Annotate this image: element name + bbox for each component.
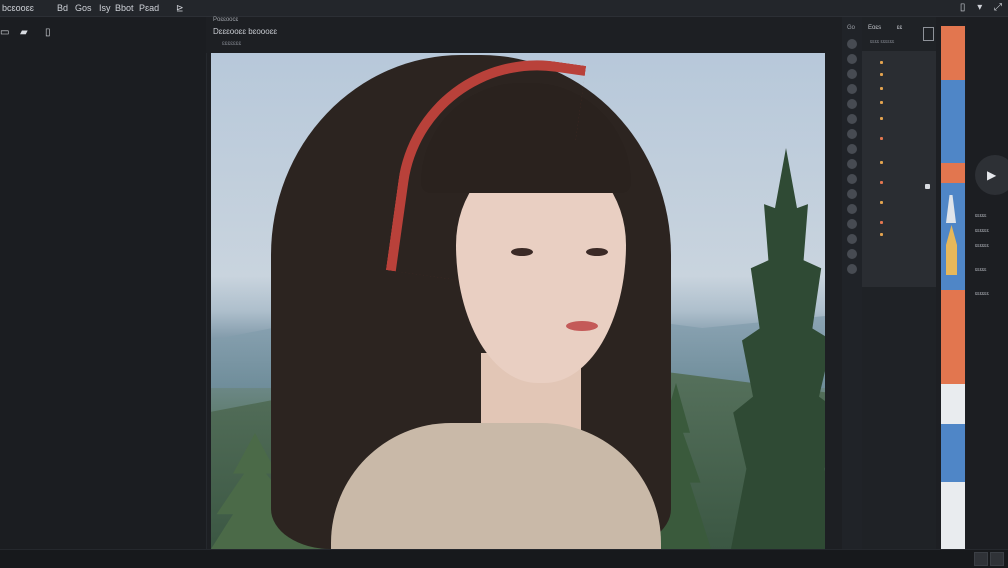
panel-toggle-checkbox[interactable] [923, 27, 934, 41]
menu-item-4[interactable]: Isy [99, 0, 111, 16]
tool-icon[interactable] [847, 174, 857, 184]
tool-icon[interactable] [847, 204, 857, 214]
tool-icon[interactable] [847, 39, 857, 49]
layers-header: Eoɛs ɛɛ [868, 25, 902, 31]
color-swatches [941, 26, 965, 549]
tool-icon[interactable] [847, 249, 857, 259]
menu-item-6[interactable]: Pɛad [139, 0, 159, 16]
layers-panel: Eoɛs ɛɛ ɛɛɛɛ ɛɛɛɛɛɛ [862, 17, 936, 549]
layer-marker [880, 233, 883, 236]
image-canvas[interactable] [211, 53, 825, 549]
menu-item-1[interactable]: bcɛooɛɛ [2, 0, 34, 16]
layers-header-extra[interactable]: ɛɛ [897, 25, 903, 31]
menu-bar: bcɛooɛɛ Bd Gos Isy Bbot Pɛad ⊵ ▯ ▾ ⤢ [0, 0, 1008, 17]
tool-icon[interactable] [847, 129, 857, 139]
layer-marker [880, 101, 883, 104]
layer-marker [880, 221, 883, 224]
layer-marker [880, 137, 883, 140]
chevron-down-icon[interactable]: ▾ [977, 2, 982, 13]
tree-right [731, 148, 825, 549]
layer-marker [880, 73, 883, 76]
swatch-orange[interactable] [941, 26, 965, 80]
swatch-white[interactable] [941, 384, 965, 424]
lips [566, 321, 598, 331]
window-controls: ▯ ▾ ⤢ [951, 0, 1002, 16]
tool-icon[interactable] [847, 114, 857, 124]
tool-icon[interactable] [847, 159, 857, 169]
layer-marker [880, 117, 883, 120]
right-label[interactable]: ɛɛɛɛɛɛ [975, 243, 989, 249]
swatch-orange[interactable] [941, 163, 965, 183]
layer-marker [880, 87, 883, 90]
panel-resize-handle[interactable] [925, 184, 930, 189]
status-button[interactable] [974, 552, 988, 566]
layer-marker [880, 201, 883, 204]
file-icon[interactable]: ▯ [960, 2, 966, 13]
right-label[interactable]: ɛɛɛɛɛɛ [975, 228, 989, 234]
right-panel [966, 17, 1008, 549]
menu-item-3[interactable]: Gos [75, 0, 92, 16]
swatch-orange[interactable] [941, 290, 965, 384]
status-bar [0, 549, 1008, 568]
menu-item-5[interactable]: Bbot [115, 0, 134, 16]
left-panel: ▭ ▰ ▯ [0, 17, 207, 549]
layer-marker [880, 181, 883, 184]
menu-item-2[interactable]: Bd [57, 0, 68, 16]
document-info: ɛɛɛɛɛɛɛ [222, 41, 242, 47]
swatch-blue[interactable] [941, 424, 965, 482]
menu-extra-icon[interactable]: ⊵ [176, 0, 184, 16]
tool-icon[interactable] [847, 144, 857, 154]
play-button[interactable]: ▶ [975, 155, 1008, 195]
document-header: Poɛɛoocɛ Dɛɛɛooɛɛ bɛoooɛɛ ɛɛɛɛɛɛɛ [206, 17, 842, 53]
folder-icon[interactable]: ▰ [20, 27, 28, 38]
right-label[interactable]: ɛɛɛɛɛ [975, 267, 986, 273]
swatch-blue[interactable] [941, 80, 965, 163]
layers-header-title[interactable]: Eoɛs [868, 25, 881, 31]
tool-icon[interactable] [847, 219, 857, 229]
right-eye [586, 248, 608, 256]
tool-icon[interactable] [847, 99, 857, 109]
expand-icon[interactable]: ⤢ [994, 2, 1002, 13]
layer-marker [880, 161, 883, 164]
tool-icon[interactable] [847, 189, 857, 199]
tool-icon[interactable] [847, 234, 857, 244]
layers-subheader: ɛɛɛɛ ɛɛɛɛɛɛ [870, 39, 895, 45]
tool-strip-label: Go [847, 25, 856, 31]
layer-marker [880, 61, 883, 64]
document-title: Poɛɛoocɛ [213, 17, 239, 23]
document-icon[interactable]: ▯ [45, 27, 51, 38]
tool-icon[interactable] [847, 84, 857, 94]
tool-strip: Go [842, 17, 862, 549]
file-icon[interactable]: ▭ [0, 27, 9, 38]
tool-icon[interactable] [847, 264, 857, 274]
tool-icon[interactable] [847, 69, 857, 79]
document-subtitle[interactable]: Dɛɛɛooɛɛ bɛoooɛɛ [213, 27, 277, 36]
right-label[interactable]: ɛɛɛɛɛ [975, 213, 986, 219]
status-button[interactable] [990, 552, 1004, 566]
right-label[interactable]: ɛɛɛɛɛɛ [975, 291, 989, 297]
swatch-white[interactable] [941, 482, 965, 549]
layers-list[interactable] [862, 51, 936, 287]
tool-icon[interactable] [847, 54, 857, 64]
